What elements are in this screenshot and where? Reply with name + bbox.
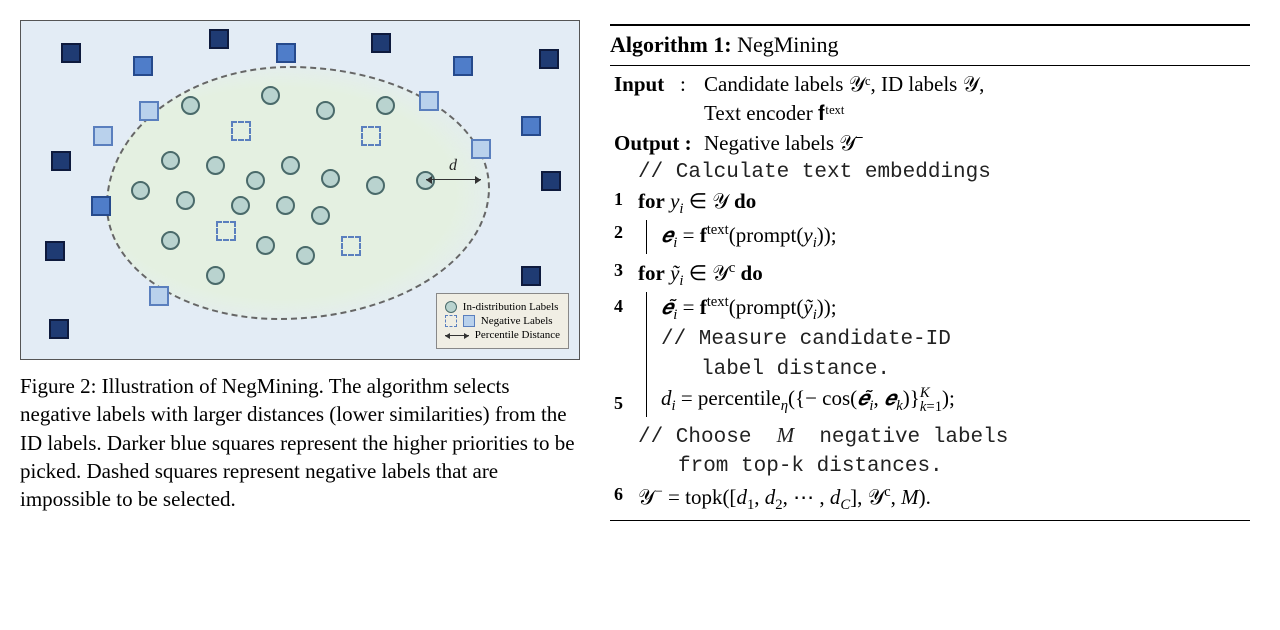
algo-comment-2a: // Measure candidate-ID (661, 325, 1250, 354)
id-label-circle (206, 266, 225, 285)
legend-id-text: In-distribution Labels (463, 301, 559, 313)
id-label-circle (276, 196, 295, 215)
negative-label-square (51, 151, 71, 171)
algorithm-title: Algorithm 1: NegMining (610, 30, 1250, 61)
line-number: 6 (614, 482, 638, 507)
percentile-arrow-icon (445, 335, 469, 336)
negative-label-square (61, 43, 81, 63)
algo-comment-1: // Calculate text embeddings (638, 158, 991, 187)
negative-label-square (149, 286, 169, 306)
legend-neg-text: Negative Labels (481, 315, 553, 327)
id-label-circle (296, 246, 315, 265)
algo-rule-bottom (610, 520, 1250, 521)
id-label-circle (206, 156, 225, 175)
id-label-circle (376, 96, 395, 115)
id-label-circle (161, 151, 180, 170)
negative-label-icon (463, 315, 475, 327)
algo-title-label: Algorithm 1: (610, 32, 732, 57)
negative-label-square (539, 49, 559, 69)
algo-line-4: 𝒆̃i = ftext(prompt(ỹi)); (661, 292, 1250, 326)
id-label-circle (181, 96, 200, 115)
id-label-circle (246, 171, 265, 190)
negative-label-square (419, 91, 439, 111)
algo-rule-top (610, 24, 1250, 26)
negative-label-dashed-icon (445, 315, 457, 327)
line-number: 5 (614, 391, 638, 416)
negative-label-square (371, 33, 391, 53)
negative-label-square (541, 171, 561, 191)
negative-label-square (45, 241, 65, 261)
negative-label-square (93, 126, 113, 146)
id-label-circle (316, 101, 335, 120)
negative-label-square (453, 56, 473, 76)
algo-output-label: Output : (614, 129, 704, 158)
negative-label-square (91, 196, 111, 216)
diagram-legend: In-distribution Labels Negative Labels P… (436, 293, 569, 349)
negative-label-square (139, 101, 159, 121)
negative-label-square (49, 319, 69, 339)
algorithm-block: Algorithm 1: NegMining Input : Candidate… (610, 20, 1250, 610)
negative-label-square (209, 29, 229, 49)
line-number: 3 (614, 258, 638, 283)
id-label-circle-icon (445, 301, 457, 313)
line-number: 1 (614, 187, 638, 212)
negmining-diagram: d In-distribution Labels Negative Labels… (20, 20, 580, 360)
algo-line-5: di = percentileη({− cos(𝒆̃i, 𝒆k)}Kk=1); (661, 384, 1250, 417)
negative-label-dashed-square (231, 121, 251, 141)
algo-rule-mid (610, 65, 1250, 66)
id-label-circle (261, 86, 280, 105)
id-label-circle (311, 206, 330, 225)
negative-label-square (133, 56, 153, 76)
line-number: 2 (614, 220, 638, 245)
algo-line-1: for yi ∈ 𝒴 do (638, 187, 756, 220)
id-label-circle (231, 196, 250, 215)
legend-perc-text: Percentile Distance (475, 329, 560, 341)
figure-caption: Figure 2: Illustration of NegMining. The… (20, 372, 580, 514)
id-label-circle (366, 176, 385, 195)
id-label-circle (176, 191, 195, 210)
distance-label: d (449, 157, 457, 175)
negative-label-square (276, 43, 296, 63)
id-label-circle (256, 236, 275, 255)
id-label-circle (161, 231, 180, 250)
algo-comment-2b: label distance. (661, 355, 1250, 384)
algo-input-text-b: Text encoder 𝐟ᵗᵉˣᵗ (704, 99, 845, 128)
algo-comment-3a: // Choose M negative labels (638, 421, 1008, 452)
negative-label-dashed-square (361, 126, 381, 146)
id-label-circle (131, 181, 150, 200)
negative-label-square (521, 116, 541, 136)
line-number: 4 (614, 294, 638, 319)
negative-label-dashed-square (341, 236, 361, 256)
algo-title-name: NegMining (737, 32, 838, 57)
negative-label-square (521, 266, 541, 286)
algo-input-label: Input : (614, 70, 704, 99)
algo-line-3: for ỹi ∈ 𝒴c do (638, 258, 763, 292)
percentile-distance-arrow (426, 179, 481, 180)
algo-line-2: 𝒆i = ftext(prompt(yi)); (661, 223, 837, 247)
algo-line-6: 𝒴− = topk([d1, d2, ⋯ , dC], 𝒴c, M). (638, 482, 931, 516)
algo-comment-3b: from top-k distances. (638, 452, 943, 481)
id-label-circle (321, 169, 340, 188)
algo-output-text: Negative labels 𝒴⁻ (704, 129, 863, 158)
negative-label-dashed-square (216, 221, 236, 241)
algo-input-text-a: Candidate labels 𝒴ᶜ, ID labels 𝒴, (704, 70, 984, 99)
id-label-circle (281, 156, 300, 175)
negative-label-square (471, 139, 491, 159)
